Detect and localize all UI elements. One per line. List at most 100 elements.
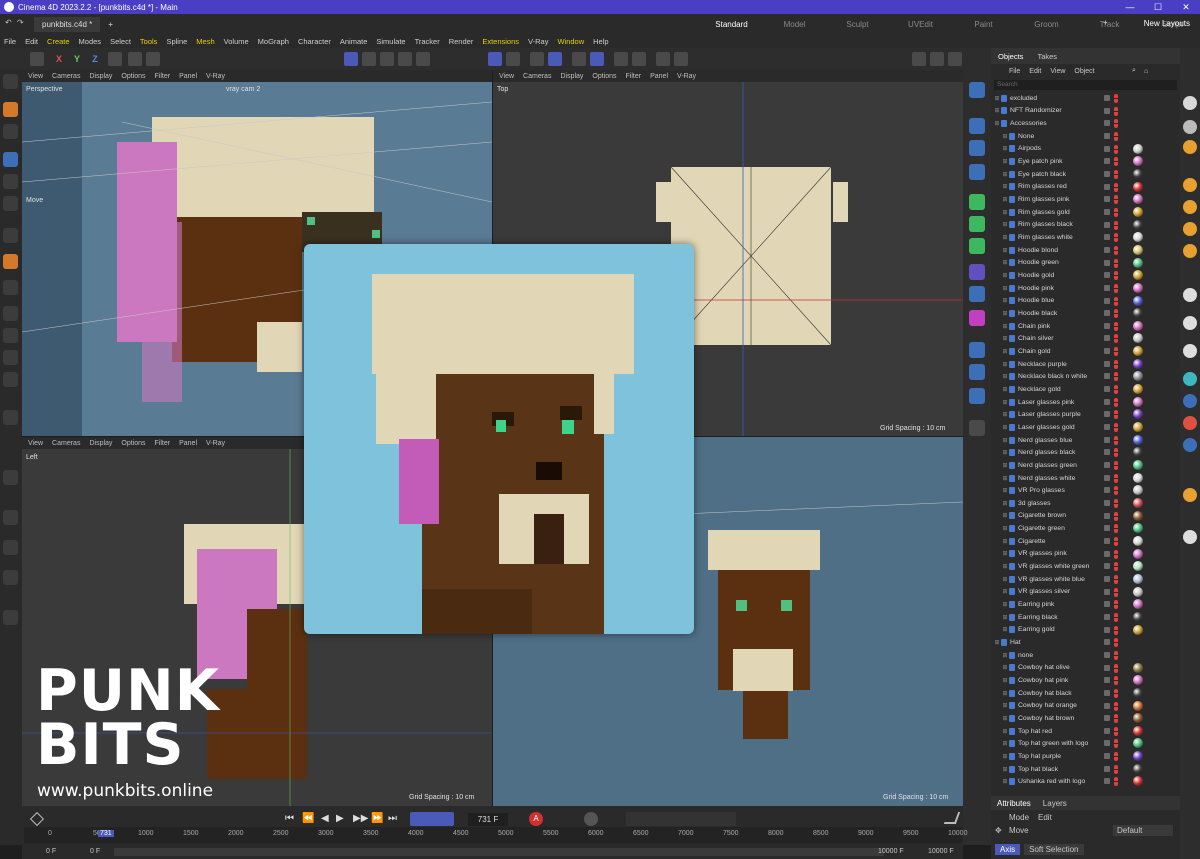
vray-menu[interactable]: V-Ray: [206, 440, 225, 447]
object-row[interactable]: ⊞ Top hat red: [991, 725, 1180, 738]
y-axis-lock[interactable]: Y: [70, 52, 84, 66]
material-tag-icon[interactable]: [1133, 396, 1143, 407]
display-menu[interactable]: Display: [560, 73, 583, 80]
material-tag-icon[interactable]: [1133, 751, 1143, 762]
layer-check-icon[interactable]: [1104, 284, 1110, 291]
layer-check-icon[interactable]: [1104, 677, 1110, 684]
menu-tools[interactable]: Tools: [140, 37, 158, 46]
layer-check-icon[interactable]: [1104, 626, 1110, 633]
model-mode-icon[interactable]: [344, 52, 358, 66]
object-row[interactable]: ⊞ NFT Randomizer: [991, 105, 1180, 118]
visibility-dots-icon[interactable]: [1114, 638, 1118, 648]
view-menu[interactable]: View: [499, 73, 514, 80]
expand-icon[interactable]: ⊞: [1001, 247, 1009, 254]
rotate-tool-icon[interactable]: [3, 174, 18, 189]
object-row[interactable]: ⊞ Accessories: [991, 117, 1180, 130]
visibility-dots-icon[interactable]: [1114, 448, 1118, 458]
keyframe-icon[interactable]: [29, 811, 45, 827]
loop-buttons[interactable]: [410, 812, 454, 826]
object-row[interactable]: ⊞ Ushanka red with logo: [991, 775, 1180, 788]
menu-modes[interactable]: Modes: [79, 37, 102, 46]
material-tag-icon[interactable]: [1133, 244, 1143, 255]
layer-check-icon[interactable]: [1104, 575, 1110, 582]
attr-mode-menu[interactable]: Mode: [1009, 813, 1029, 822]
grid-icon[interactable]: [530, 52, 544, 66]
material-tag-icon[interactable]: [1133, 510, 1143, 521]
objects-edit-menu[interactable]: Edit: [1029, 68, 1041, 75]
effector-icon[interactable]: [969, 238, 985, 254]
view-cube-icon[interactable]: [30, 52, 44, 66]
material-tag-icon[interactable]: [1133, 358, 1143, 369]
visibility-dots-icon[interactable]: [1114, 258, 1118, 268]
expand-icon[interactable]: ⊞: [1001, 563, 1009, 570]
object-name[interactable]: Rim glasses black: [1018, 221, 1073, 228]
object-row[interactable]: ⊞ Top hat purple: [991, 750, 1180, 763]
visibility-dots-icon[interactable]: [1114, 347, 1118, 357]
layer-check-icon[interactable]: [1104, 474, 1110, 481]
menu-character[interactable]: Character: [298, 37, 331, 46]
edges-mode-icon[interactable]: [380, 52, 394, 66]
object-row[interactable]: ⊞ None: [991, 130, 1180, 143]
expand-icon[interactable]: ⊞: [1001, 766, 1009, 773]
autokey-icon[interactable]: [584, 812, 598, 826]
material-tag-icon[interactable]: [1133, 662, 1143, 673]
expand-icon[interactable]: ⊞: [1001, 209, 1009, 216]
layer-check-icon[interactable]: [1104, 183, 1110, 190]
object-row[interactable]: ⊞ Laser glasses gold: [991, 421, 1180, 434]
goto-start-button[interactable]: ⏮: [285, 813, 294, 824]
expand-icon[interactable]: ⊞: [1001, 323, 1009, 330]
visibility-dots-icon[interactable]: [1114, 714, 1118, 724]
layer-check-icon[interactable]: [1104, 120, 1110, 127]
expand-icon[interactable]: ⊞: [1001, 234, 1009, 241]
visibility-dots-icon[interactable]: [1114, 245, 1118, 255]
lock-icon[interactable]: [146, 52, 160, 66]
brush-tool-icon[interactable]: [3, 254, 18, 269]
layer-check-icon[interactable]: [1104, 322, 1110, 329]
layer-check-icon[interactable]: [1104, 95, 1110, 101]
material-tag-icon[interactable]: [1133, 611, 1143, 622]
visibility-dots-icon[interactable]: [1114, 562, 1118, 572]
magnet-icon[interactable]: [3, 410, 18, 425]
cameras-menu[interactable]: Cameras: [52, 73, 80, 80]
layer-check-icon[interactable]: [1104, 348, 1110, 355]
preset-dropdown[interactable]: Default: [1113, 825, 1173, 836]
brand-url[interactable]: www.punkbits.online: [37, 781, 213, 801]
visibility-dots-icon[interactable]: [1114, 676, 1118, 686]
object-name[interactable]: Cigarette: [1018, 538, 1046, 545]
visibility-dots-icon[interactable]: [1114, 397, 1118, 407]
x-axis-lock[interactable]: X: [52, 52, 66, 66]
layout-tab-model[interactable]: Model: [763, 20, 826, 29]
minimize-button[interactable]: —: [1116, 0, 1144, 14]
layer-check-icon[interactable]: [1104, 664, 1110, 671]
expand-icon[interactable]: ⊞: [1001, 133, 1009, 140]
expand-icon[interactable]: ⊞: [993, 95, 1001, 102]
expand-icon[interactable]: ⊞: [1001, 487, 1009, 494]
add-layout-button[interactable]: +: [1103, 18, 1108, 27]
document-tab[interactable]: punkbits.c4d *: [34, 16, 101, 32]
pen-icon[interactable]: [969, 420, 985, 436]
layer-check-icon[interactable]: [1104, 234, 1110, 241]
visibility-dots-icon[interactable]: [1114, 410, 1118, 420]
visibility-dots-icon[interactable]: [1114, 587, 1118, 597]
object-name[interactable]: NFT Randomizer: [1010, 107, 1062, 114]
menu-spline[interactable]: Spline: [166, 37, 187, 46]
visibility-dots-icon[interactable]: [1114, 220, 1118, 230]
layer-check-icon[interactable]: [1104, 651, 1110, 658]
material-tag-icon[interactable]: [1133, 573, 1143, 584]
object-name[interactable]: VR glasses silver: [1018, 588, 1070, 595]
object-name[interactable]: VR glasses white blue: [1018, 576, 1085, 583]
material-tag-icon[interactable]: [1133, 460, 1143, 471]
expand-icon[interactable]: ⊞: [1001, 614, 1009, 621]
expand-icon[interactable]: ⊞: [1001, 386, 1009, 393]
points-mode-icon[interactable]: [362, 52, 376, 66]
expand-icon[interactable]: ⊞: [1001, 652, 1009, 659]
menu-mesh[interactable]: Mesh: [196, 37, 214, 46]
menu-select[interactable]: Select: [110, 37, 131, 46]
object-row[interactable]: ⊞ Necklace purple: [991, 358, 1180, 371]
object-name[interactable]: Hat: [1010, 639, 1021, 646]
object-row[interactable]: ⊞ Eye patch black: [991, 168, 1180, 181]
visibility-dots-icon[interactable]: [1114, 739, 1118, 749]
layer-check-icon[interactable]: [1104, 398, 1110, 405]
layout-tab-groom[interactable]: Groom: [1015, 20, 1078, 29]
object-row[interactable]: ⊞ Rim glasses gold: [991, 206, 1180, 219]
